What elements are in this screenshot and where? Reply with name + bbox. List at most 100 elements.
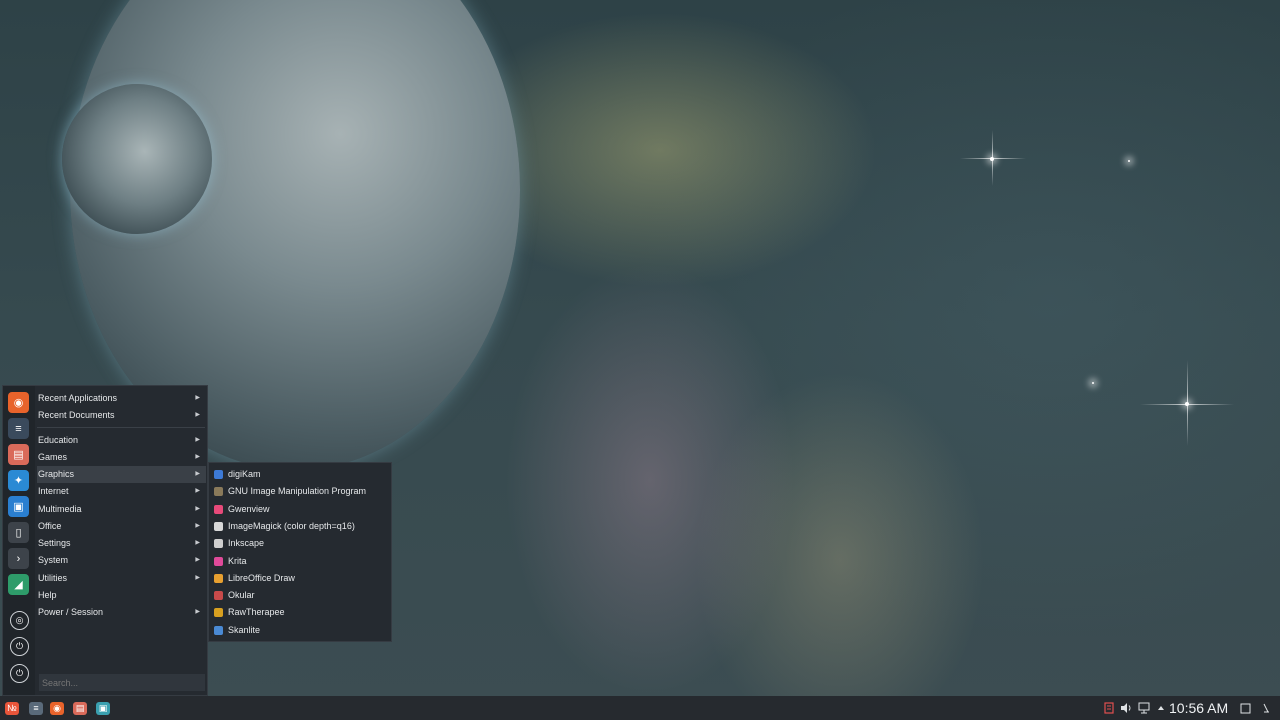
app-item-label: RawTherapee xyxy=(228,607,285,618)
files-taskbar-icon[interactable]: ▤ xyxy=(71,699,89,717)
menu-item-recent-applications[interactable]: Recent Applications ▶ xyxy=(37,390,206,407)
software-store-icon[interactable]: ▣ xyxy=(8,496,29,517)
app-item-label: GNU Image Manipulation Program xyxy=(228,486,367,497)
menu-item-label: Education xyxy=(38,435,79,445)
submenu-arrow-icon: ▶ xyxy=(195,437,200,443)
app-item-gwenview[interactable]: Gwenview xyxy=(209,501,391,518)
menu-item-label: Power / Session xyxy=(38,607,104,617)
menu-item-label: Help xyxy=(38,590,57,600)
network-icon[interactable] xyxy=(1136,699,1152,717)
logout-icon[interactable]: ⏻ xyxy=(10,637,29,656)
star xyxy=(1128,160,1130,162)
monitor-taskbar-icon[interactable]: ▣ xyxy=(94,699,112,717)
app-launcher-glyph: № xyxy=(5,701,19,715)
menu-item-label: Office xyxy=(38,521,62,531)
app-item-label: Okular xyxy=(228,590,255,601)
menu-item-system[interactable]: System ▶ xyxy=(37,552,206,569)
files-taskbar-glyph: ▤ xyxy=(73,701,87,715)
menu-item-education[interactable]: Education ▶ xyxy=(37,432,206,449)
skanlite-icon xyxy=(214,625,223,635)
tray-expand-icon[interactable] xyxy=(1153,699,1169,717)
menu-item-games[interactable]: Games ▶ xyxy=(37,449,206,466)
app-launcher-icon[interactable]: № xyxy=(3,699,21,717)
menu-item-label: Recent Documents xyxy=(38,410,115,420)
rawtherapee-icon xyxy=(214,608,223,618)
menu-item-label: Settings xyxy=(38,538,71,548)
search-input[interactable] xyxy=(39,674,205,691)
submenu-arrow-icon: ▶ xyxy=(195,488,200,494)
menu-item-label: System xyxy=(38,555,69,565)
inkscape-icon xyxy=(214,539,223,549)
system-monitor-icon[interactable]: ◢ xyxy=(8,574,29,595)
submenu-arrow-icon: ▶ xyxy=(195,523,200,529)
clock[interactable]: 10:56 AM xyxy=(1169,696,1228,720)
planet-small xyxy=(62,84,212,234)
menu-item-settings[interactable]: Settings ▶ xyxy=(37,535,206,552)
submenu-arrow-icon: ▶ xyxy=(195,609,200,615)
star xyxy=(1092,382,1094,384)
submenu-arrow-icon: ▶ xyxy=(195,575,200,581)
submenu-arrow-icon: ▶ xyxy=(195,540,200,546)
firefox-icon[interactable]: ◉ xyxy=(8,392,29,413)
notes-icon[interactable]: ▯ xyxy=(8,522,29,543)
gimp-icon xyxy=(214,487,223,497)
menu-item-power-session[interactable]: Power / Session ▶ xyxy=(37,604,206,621)
app-item-digikam[interactable]: digiKam xyxy=(209,466,391,483)
menu-item-label: Utilities xyxy=(38,573,68,583)
app-item-label: digiKam xyxy=(228,469,261,479)
menu-item-office[interactable]: Office ▶ xyxy=(37,518,206,535)
favorites-column: ◉ ≡ ▤ ✦ ▣ ▯ › ◢ ◎ ⏻ ⏻ xyxy=(3,386,35,695)
menu-item-label: Games xyxy=(38,452,68,462)
clipboard-icon[interactable] xyxy=(1101,699,1117,717)
submenu-arrow-icon: ▶ xyxy=(195,412,200,418)
submenu-arrow-icon: ▶ xyxy=(195,395,200,401)
menu-item-help[interactable]: Help xyxy=(37,587,206,604)
browser-icon[interactable]: ✦ xyxy=(8,470,29,491)
app-item-krita[interactable]: Krita xyxy=(209,553,391,570)
menu-item-internet[interactable]: Internet ▶ xyxy=(37,483,206,500)
app-item-rawtherapee[interactable]: RawTherapee xyxy=(209,604,391,621)
app-item-libreoffice-draw[interactable]: LibreOffice Draw xyxy=(209,570,391,587)
star-flare xyxy=(1187,360,1188,446)
app-item-label: Gwenview xyxy=(228,503,270,514)
firefox-taskbar-icon[interactable]: ◉ xyxy=(48,699,66,717)
star-flare xyxy=(960,158,1026,159)
application-menu: ◉ ≡ ▤ ✦ ▣ ▯ › ◢ ◎ ⏻ ⏻ Recent Applications ▶ Recent D… xyxy=(2,385,208,696)
menu-item-label: Multimedia xyxy=(38,504,82,514)
submenu-arrow-icon: ▶ xyxy=(195,557,200,563)
system-settings-icon[interactable]: ≡ xyxy=(8,418,29,439)
show-desktop-icon[interactable] xyxy=(1237,699,1253,717)
lock-screen-icon[interactable]: ◎ xyxy=(10,611,29,630)
menu-item-graphics[interactable]: Graphics ▶ xyxy=(37,466,206,483)
menu-item-label: Graphics xyxy=(38,469,75,479)
menu-separator xyxy=(37,427,205,428)
menu-item-recent-documents[interactable]: Recent Documents ▶ xyxy=(37,407,206,424)
volume-icon[interactable] xyxy=(1118,699,1134,717)
panel-edit-icon[interactable] xyxy=(1258,699,1274,717)
graphics-submenu: digiKam GNU Image Manipulation Program Gwe… xyxy=(208,462,392,642)
app-item-label: Inkscape xyxy=(228,538,265,549)
settings-launcher-icon[interactable]: ≡ xyxy=(27,699,45,717)
shutdown-icon[interactable]: ⏻ xyxy=(10,664,29,683)
menu-item-utilities[interactable]: Utilities ▶ xyxy=(37,570,206,587)
app-item-label: LibreOffice Draw xyxy=(228,572,295,583)
app-item-inkscape[interactable]: Inkscape xyxy=(209,535,391,552)
settings-launcher-glyph: ≡ xyxy=(29,701,43,715)
menu-item-label: Internet xyxy=(38,486,69,496)
digikam-icon xyxy=(214,470,223,479)
file-manager-icon[interactable]: ▤ xyxy=(8,444,29,465)
okular-icon xyxy=(214,591,223,601)
app-item-imagemagick-color-depth-q16-[interactable]: ImageMagick (color depth=q16) xyxy=(209,518,391,535)
menu-item-label: Recent Applications xyxy=(38,393,118,403)
app-item-okular[interactable]: Okular xyxy=(209,587,391,604)
terminal-icon[interactable]: › xyxy=(8,548,29,569)
app-item-gnu-image-manipulation-program[interactable]: GNU Image Manipulation Program xyxy=(209,483,391,500)
submenu-arrow-icon: ▶ xyxy=(195,471,200,477)
monitor-taskbar-glyph: ▣ xyxy=(96,701,110,715)
submenu-arrow-icon: ▶ xyxy=(195,454,200,460)
app-item-skanlite[interactable]: Skanlite xyxy=(209,622,391,639)
menu-item-multimedia[interactable]: Multimedia ▶ xyxy=(37,501,206,518)
taskbar: № ≡ ◉ ▤ ▣ 10:56 AM xyxy=(0,696,1280,720)
star-flare xyxy=(992,130,993,186)
firefox-taskbar-glyph: ◉ xyxy=(50,701,64,715)
